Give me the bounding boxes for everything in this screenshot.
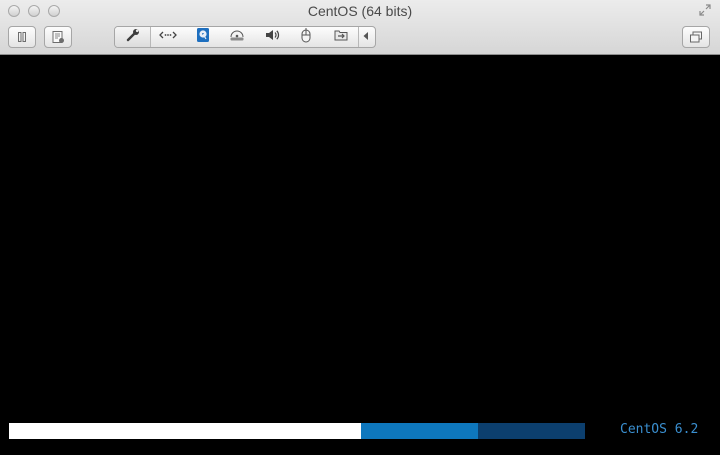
harddisk-button[interactable] (186, 27, 221, 47)
progress-white-segment (9, 423, 361, 439)
settings-button[interactable] (115, 27, 151, 47)
pause-button[interactable] (8, 26, 36, 48)
guest-display[interactable]: CentOS 6.2 (0, 56, 720, 455)
harddisk-icon (196, 27, 210, 48)
shared-folder-icon (333, 28, 349, 47)
audio-button[interactable] (255, 27, 290, 47)
usb-mouse-icon (300, 27, 312, 48)
network-icon (159, 28, 178, 46)
shared-folder-button[interactable] (324, 27, 359, 47)
fullscreen-icon[interactable] (698, 4, 712, 18)
wrench-icon (125, 27, 141, 48)
progress-blue-segment (361, 423, 478, 439)
snapshot-button[interactable] (44, 26, 72, 48)
os-brand-label: CentOS 6.2 (620, 422, 699, 437)
vm-window: CentOS (64 bits) CentOS 6.2 (0, 0, 720, 455)
window-mode-button[interactable] (682, 26, 710, 48)
window-title: CentOS (64 bits) (307, 3, 413, 19)
usb-button[interactable] (289, 27, 324, 47)
speaker-icon (264, 28, 280, 47)
optical-drive-icon (229, 28, 245, 47)
windows-icon (689, 31, 703, 43)
pause-icon (16, 31, 28, 43)
boot-progress-bar (9, 423, 585, 439)
optical-drive-button[interactable] (220, 27, 255, 47)
collapse-arrow-icon (362, 28, 370, 46)
title-bar: CentOS (64 bits) (0, 0, 720, 55)
network-button[interactable] (151, 27, 186, 47)
device-toolbar (114, 26, 376, 48)
device-bar-toggle[interactable] (358, 27, 372, 47)
snapshot-icon (51, 30, 65, 44)
